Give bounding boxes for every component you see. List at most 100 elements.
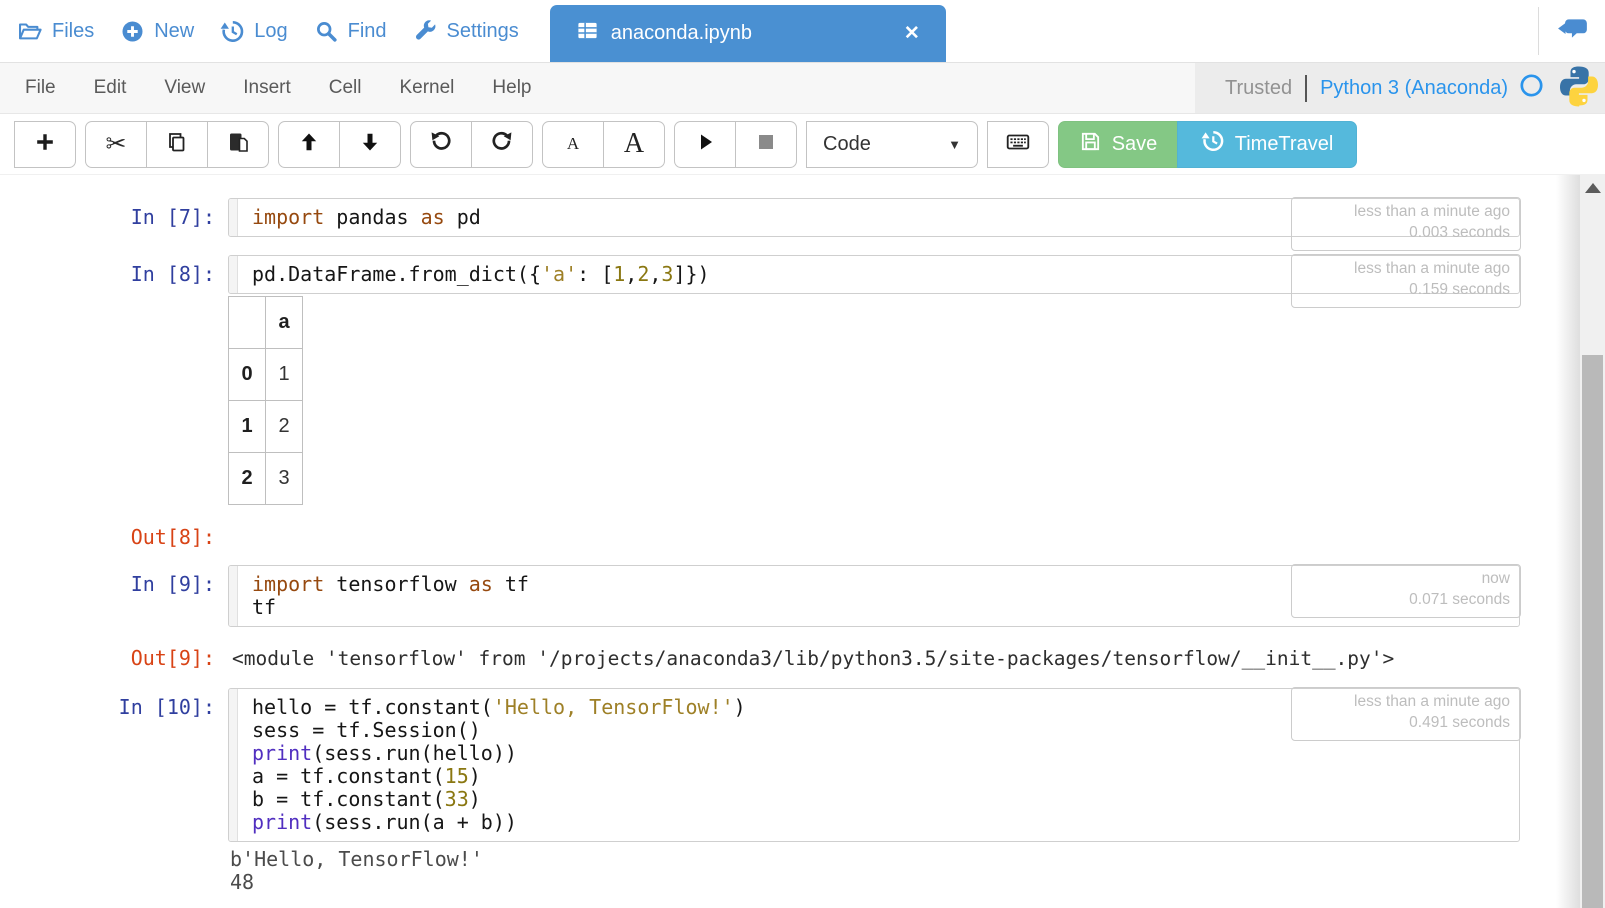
move-cell-down-button[interactable] (339, 121, 401, 168)
kernel-selector[interactable]: Python 3 (Anaconda) (1320, 73, 1544, 104)
nav-item-files[interactable]: Files (4, 10, 107, 52)
menu-bar: File Edit View Insert Cell Kernel Help T… (0, 62, 1605, 114)
code-line: import tensorflow as tf (252, 573, 529, 596)
cell-input: import pandas as pdless than a minute ag… (228, 198, 1520, 237)
exec-time-badge: less than a minute ago0.003 seconds (1291, 197, 1521, 251)
paste-cell-button[interactable] (207, 121, 269, 168)
in-prompt: In [7]: (0, 198, 228, 229)
cell-input: import tensorflow as tftfnow0.071 second… (228, 565, 1520, 627)
notebook-scroll-area: In [7]:import pandas as pdless than a mi… (0, 175, 1580, 908)
keyboard-shortcuts-button[interactable] (987, 121, 1049, 168)
cell-gutter (229, 566, 238, 626)
play-icon (693, 130, 717, 159)
save-label: Save (1112, 133, 1158, 156)
menu-view[interactable]: View (145, 77, 224, 99)
table-index-cell: 2 (229, 453, 266, 505)
code-text[interactable]: hello = tf.constant('Hello, TensorFlow!'… (238, 689, 760, 841)
copy-cell-button[interactable] (146, 121, 208, 168)
chat-toggle-button[interactable] (1551, 15, 1605, 47)
cell-gutter (229, 256, 238, 293)
plus-circle-icon (120, 19, 145, 44)
code-text[interactable]: import tensorflow as tftf (238, 566, 543, 626)
timetravel-button[interactable]: TimeTravel (1177, 121, 1357, 168)
notebook: In [7]:import pandas as pdless than a mi… (0, 175, 1580, 894)
code-line: a = tf.constant(15) (252, 765, 746, 788)
cut-cell-button[interactable]: ✂ (85, 121, 147, 168)
save-button[interactable]: Save (1058, 121, 1178, 168)
cell-row: Out[8]: (0, 518, 1580, 549)
redo-icon (490, 130, 514, 159)
redo-button[interactable] (471, 121, 533, 168)
exec-time-badge: less than a minute ago0.491 seconds (1291, 687, 1521, 741)
caret-down-icon: ▼ (948, 137, 961, 152)
folder-open-icon (17, 18, 43, 44)
kernel-name-label: Python 3 (Anaconda) (1320, 77, 1508, 100)
cell-row: Out[9]:<module 'tensorflow' from '/proje… (0, 639, 1580, 670)
trusted-label: Trusted (1225, 77, 1292, 100)
wrench-icon (413, 19, 438, 44)
menu-help[interactable]: Help (473, 77, 550, 99)
code-text[interactable]: pd.DataFrame.from_dict({'a': [1,2,3]}) (238, 256, 724, 293)
code-line: sess = tf.Session() (252, 719, 746, 742)
menu-insert[interactable]: Insert (224, 77, 310, 99)
decrease-font-button[interactable]: A (542, 121, 604, 168)
insert-cell-button[interactable] (14, 121, 76, 168)
cell-row: In [7]:import pandas as pdless than a mi… (0, 198, 1580, 237)
table-index-cell: 0 (229, 349, 266, 401)
cell-row: In [8]: pd.DataFrame.from_dict({'a': [1,2… (0, 255, 1580, 294)
cell-gutter (229, 199, 238, 236)
timetravel-label: TimeTravel (1235, 133, 1334, 156)
increase-font-button[interactable]: A (603, 121, 665, 168)
file-tab-anaconda-ipynb[interactable]: anaconda.ipynb ✕ (550, 5, 946, 62)
menu-cell[interactable]: Cell (310, 77, 381, 99)
floppy-disk-icon (1079, 130, 1102, 159)
code-text[interactable]: import pandas as pd (238, 199, 495, 236)
output-text: <module 'tensorflow' from '/projects/ana… (228, 639, 1394, 670)
scroll-up-arrow-icon[interactable] (1585, 183, 1601, 193)
nav-item-find[interactable]: Find (301, 11, 400, 52)
code-line: import pandas as pd (252, 206, 481, 229)
code-line: b = tf.constant(33) (252, 788, 746, 811)
menu-kernel[interactable]: Kernel (380, 77, 473, 99)
notebook-file-icon (576, 19, 599, 48)
plus-icon (33, 130, 57, 159)
tab-close-icon[interactable]: ✕ (904, 22, 920, 45)
move-cell-up-button[interactable] (278, 121, 340, 168)
exec-time-badge: less than a minute ago0.159 seconds (1291, 254, 1521, 308)
run-cell-button[interactable] (674, 121, 736, 168)
chat-bubble-icon (1557, 29, 1589, 46)
menu-edit[interactable]: Edit (75, 77, 146, 99)
output-text (228, 518, 232, 526)
kernel-status-area: Trusted Python 3 (Anaconda) (1195, 63, 1605, 113)
nav-item-settings[interactable]: Settings (400, 11, 532, 52)
font-small-icon: A (567, 134, 579, 154)
table-header-cell: a (266, 297, 303, 349)
out-prompt: Out[9]: (0, 639, 228, 670)
table-value-cell: 3 (266, 453, 303, 505)
cell-type-select[interactable]: Code ▼ (806, 121, 978, 168)
in-prompt: In [8]: (0, 255, 228, 286)
scrollbar-thumb[interactable] (1582, 355, 1603, 908)
history-icon (1201, 129, 1225, 159)
scrollbar[interactable] (1580, 175, 1605, 908)
top-nav-right (1538, 0, 1605, 62)
kernel-busy-circle-icon (1519, 73, 1544, 104)
history-icon (220, 19, 245, 44)
table-header-cell (229, 297, 266, 349)
code-line: tf (252, 596, 529, 619)
table-row: 23 (229, 453, 303, 505)
copy-icon (165, 130, 189, 159)
code-line: pd.DataFrame.from_dict({'a': [1,2,3]}) (252, 263, 710, 286)
menu-file[interactable]: File (6, 77, 75, 99)
output-text: b'Hello, TensorFlow!'48 (230, 848, 1580, 894)
nav-item-label: Find (348, 20, 387, 43)
table-row: 12 (229, 401, 303, 453)
stop-button[interactable] (735, 121, 797, 168)
nav-divider (1538, 7, 1539, 55)
cell-type-value: Code (823, 133, 871, 156)
top-nav-bar: Files New Log Find Settings anaconda.ipy… (0, 0, 1605, 62)
nav-item-new[interactable]: New (107, 11, 207, 52)
undo-button[interactable] (410, 121, 472, 168)
arrow-up-icon (297, 130, 321, 159)
nav-item-log[interactable]: Log (207, 11, 300, 52)
